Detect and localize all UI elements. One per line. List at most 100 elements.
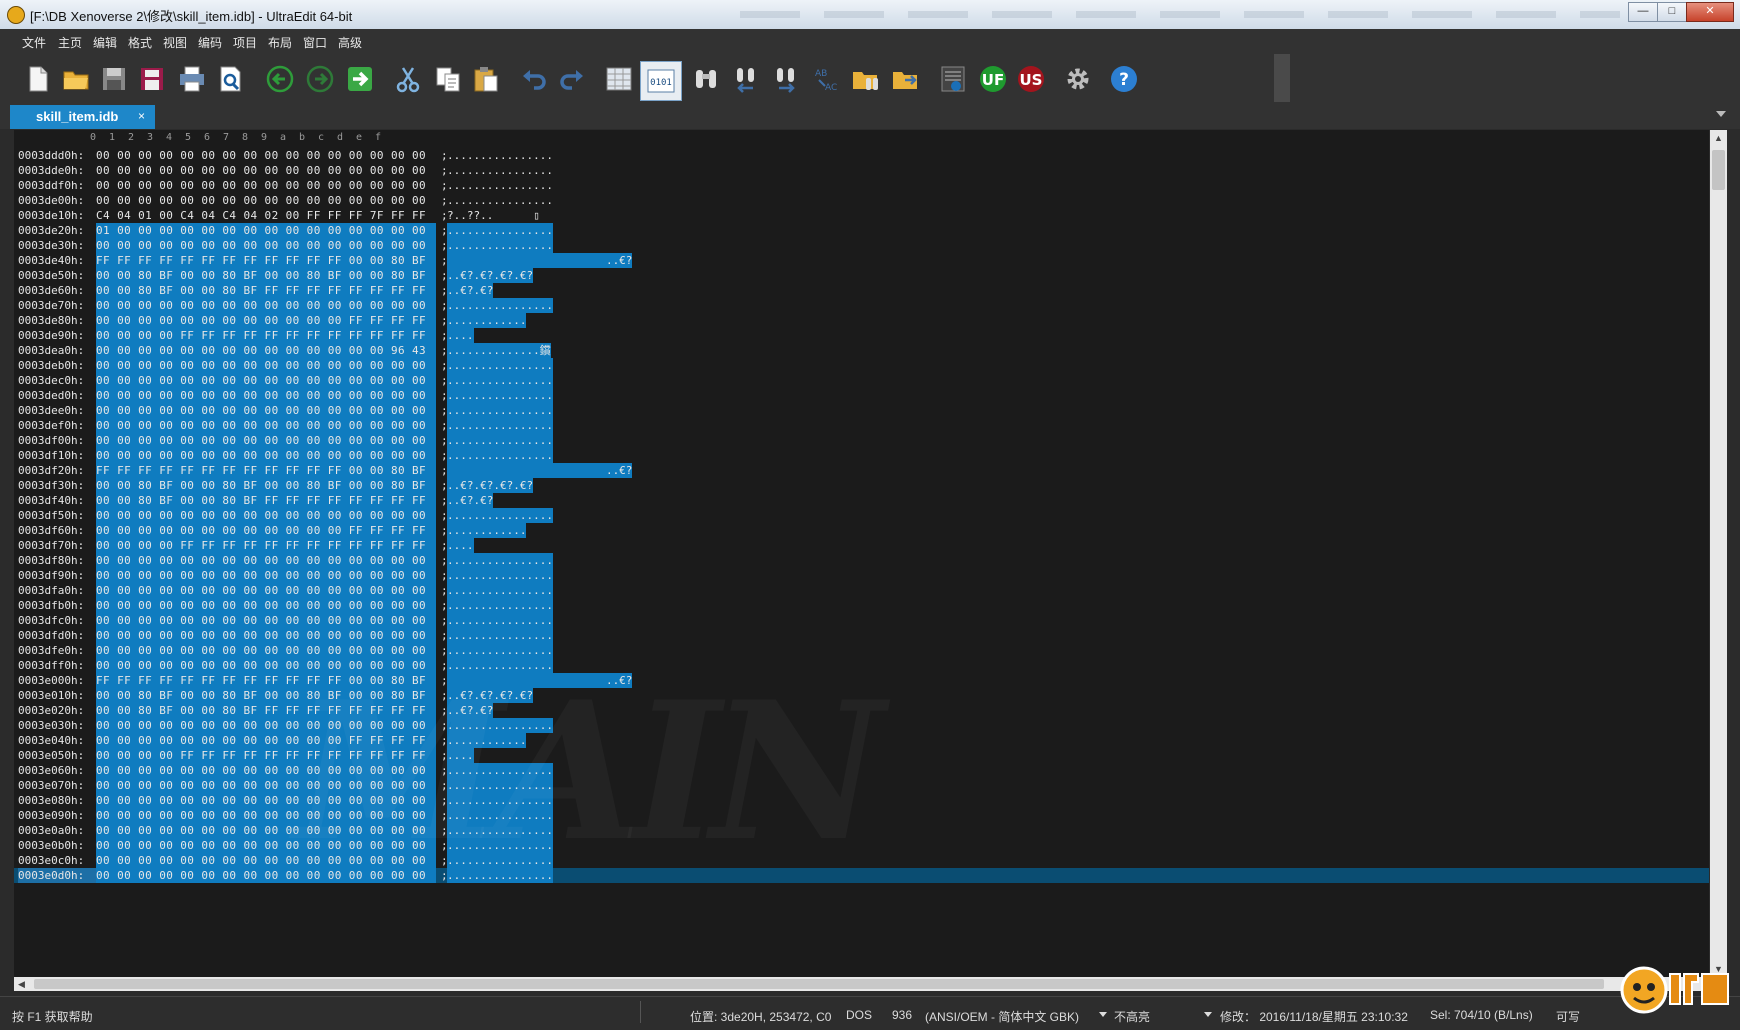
status-write-mode[interactable]: 可写 <box>1556 1008 1580 1025</box>
row-hex-bytes[interactable]: 00 00 00 00 00 00 00 00 00 00 00 00 00 0… <box>96 358 436 373</box>
row-ascii[interactable]: ................ <box>447 808 553 823</box>
status-highlight[interactable]: 不高亮 <box>1114 1008 1150 1025</box>
row-hex-bytes[interactable]: 00 00 00 00 FF FF FF FF FF FF FF FF FF F… <box>96 748 436 763</box>
row-hex-bytes[interactable]: C4 04 01 00 C4 04 C4 04 02 00 FF FF FF 7… <box>96 208 436 223</box>
minimize-button[interactable]: — <box>1628 2 1658 22</box>
hex-row[interactable]: 0003de20h: 01 00 00 00 00 00 00 00 00 00 … <box>14 223 1709 238</box>
hex-row[interactable]: 0003e030h: 00 00 00 00 00 00 00 00 00 00 … <box>14 718 1709 733</box>
hex-row[interactable]: 0003df70h: 00 00 00 00 FF FF FF FF FF FF … <box>14 538 1709 553</box>
paste-icon[interactable] <box>470 63 502 95</box>
hex-row[interactable]: 0003dec0h: 00 00 00 00 00 00 00 00 00 00 … <box>14 373 1709 388</box>
row-ascii[interactable]: ................ <box>447 823 553 838</box>
back-arrow-icon[interactable] <box>264 63 296 95</box>
row-hex-bytes[interactable]: 00 00 00 00 00 00 00 00 00 00 00 00 00 0… <box>96 808 436 823</box>
hex-row[interactable]: 0003df30h: 00 00 80 BF 00 00 80 BF 00 00 … <box>14 478 1709 493</box>
ultrastudio-icon[interactable]: US <box>1015 63 1047 95</box>
menu-file[interactable]: 文件 <box>22 34 46 51</box>
row-hex-bytes[interactable]: 00 00 00 00 00 00 00 00 00 00 00 00 00 0… <box>96 568 436 583</box>
row-ascii[interactable]: ................ <box>447 793 553 808</box>
hex-row[interactable]: 0003ddd0h: 00 00 00 00 00 00 00 00 00 00 … <box>14 148 1709 163</box>
settings-gear-icon[interactable] <box>1062 63 1094 95</box>
menu-layout[interactable]: 布局 <box>268 34 292 51</box>
row-ascii[interactable]: ................ <box>447 628 553 643</box>
row-ascii[interactable]: ................ <box>447 418 553 433</box>
replace-icon[interactable]: AB AC <box>810 63 842 95</box>
hex-row[interactable]: 0003df00h: 00 00 00 00 00 00 00 00 00 00 … <box>14 433 1709 448</box>
row-ascii[interactable]: ............ <box>447 733 527 748</box>
undo-icon[interactable] <box>518 63 550 95</box>
hex-row[interactable]: 0003ded0h: 00 00 00 00 00 00 00 00 00 00 … <box>14 388 1709 403</box>
hex-row[interactable]: 0003de60h: 00 00 80 BF 00 00 80 BF FF FF … <box>14 283 1709 298</box>
menu-project[interactable]: 项目 <box>233 34 257 51</box>
find-next-icon[interactable] <box>770 63 802 95</box>
hex-mode-toggle[interactable]: 0101 <box>640 61 682 101</box>
row-ascii[interactable]: ................ <box>447 373 553 388</box>
hex-row[interactable]: 0003e080h: 00 00 00 00 00 00 00 00 00 00 … <box>14 793 1709 808</box>
row-ascii[interactable]: ................ <box>447 583 553 598</box>
row-hex-bytes[interactable]: 00 00 00 00 00 00 00 00 00 00 00 00 00 0… <box>96 193 436 208</box>
hex-row[interactable]: 0003df40h: 00 00 80 BF 00 00 80 BF FF FF … <box>14 493 1709 508</box>
row-hex-bytes[interactable]: 00 00 00 00 00 00 00 00 00 00 00 00 00 0… <box>96 148 436 163</box>
row-ascii[interactable]: ................ <box>447 298 553 313</box>
row-hex-bytes[interactable]: 00 00 00 00 00 00 00 00 00 00 00 00 00 0… <box>96 868 436 883</box>
row-ascii[interactable]: ................ <box>447 148 553 163</box>
row-hex-bytes[interactable]: 00 00 00 00 00 00 00 00 00 00 00 00 00 0… <box>96 613 436 628</box>
hex-row[interactable]: 0003dfb0h: 00 00 00 00 00 00 00 00 00 00 … <box>14 598 1709 613</box>
row-ascii[interactable]: ..€? <box>447 253 633 268</box>
row-hex-bytes[interactable]: 00 00 00 00 00 00 00 00 00 00 00 00 00 0… <box>96 763 436 778</box>
scroll-left-icon[interactable]: ◀ <box>18 977 25 991</box>
horizontal-scroll-thumb[interactable] <box>34 979 1604 989</box>
hex-row[interactable]: 0003dfe0h: 00 00 00 00 00 00 00 00 00 00 … <box>14 643 1709 658</box>
row-ascii[interactable]: ................ <box>447 838 553 853</box>
row-hex-bytes[interactable]: 00 00 00 00 00 00 00 00 00 00 00 00 00 0… <box>96 628 436 643</box>
hex-row[interactable]: 0003de50h: 00 00 80 BF 00 00 80 BF 00 00 … <box>14 268 1709 283</box>
status-codepage[interactable]: 936 <box>892 1008 912 1022</box>
horizontal-scrollbar[interactable]: ◀ <box>14 977 1710 991</box>
row-ascii[interactable]: ................ <box>447 553 553 568</box>
hex-row[interactable]: 0003de40h: FF FF FF FF FF FF FF FF FF FF … <box>14 253 1709 268</box>
row-ascii[interactable]: ................ <box>447 223 553 238</box>
hex-row[interactable]: 0003df20h: FF FF FF FF FF FF FF FF FF FF … <box>14 463 1709 478</box>
copy-icon[interactable] <box>432 63 464 95</box>
maximize-button[interactable]: □ <box>1657 2 1687 22</box>
go-to-arrow-icon[interactable] <box>344 63 376 95</box>
ftp-browser-icon[interactable] <box>937 63 969 95</box>
row-hex-bytes[interactable]: 00 00 80 BF 00 00 80 BF FF FF FF FF FF F… <box>96 283 436 298</box>
row-ascii[interactable]: ..€?.€? <box>447 283 494 298</box>
row-hex-bytes[interactable]: 00 00 00 00 00 00 00 00 00 00 00 00 FF F… <box>96 733 436 748</box>
row-hex-bytes[interactable]: 00 00 00 00 00 00 00 00 00 00 00 00 00 0… <box>96 163 436 178</box>
row-ascii[interactable]: ............ <box>447 523 527 538</box>
row-hex-bytes[interactable]: 00 00 00 00 00 00 00 00 00 00 00 00 00 0… <box>96 583 436 598</box>
row-hex-bytes[interactable]: 00 00 00 00 00 00 00 00 00 00 00 00 00 0… <box>96 778 436 793</box>
find-in-files-icon[interactable] <box>850 63 882 95</box>
tab-close-icon[interactable]: × <box>138 109 145 123</box>
row-ascii[interactable]: ................ <box>447 403 553 418</box>
row-ascii[interactable]: ..€?.€?.€?.€? <box>447 268 534 283</box>
tab-list-dropdown-icon[interactable] <box>1716 111 1726 117</box>
row-hex-bytes[interactable]: 00 00 00 00 00 00 00 00 00 00 00 00 00 0… <box>96 838 436 853</box>
toolbar-overflow-button[interactable] <box>1274 54 1290 102</box>
row-hex-bytes[interactable]: 00 00 00 00 00 00 00 00 00 00 00 00 00 0… <box>96 508 436 523</box>
find-previous-icon[interactable] <box>730 63 762 95</box>
print-icon[interactable] <box>176 63 208 95</box>
row-ascii[interactable]: ................ <box>447 433 553 448</box>
hex-row[interactable]: 0003df10h: 00 00 00 00 00 00 00 00 00 00 … <box>14 448 1709 463</box>
row-hex-bytes[interactable]: 00 00 00 00 00 00 00 00 00 00 00 00 00 0… <box>96 793 436 808</box>
row-hex-bytes[interactable]: 00 00 80 BF 00 00 80 BF 00 00 80 BF 00 0… <box>96 268 436 283</box>
row-hex-bytes[interactable]: 00 00 00 00 00 00 00 00 00 00 00 00 00 0… <box>96 823 436 838</box>
row-hex-bytes[interactable]: 00 00 00 00 00 00 00 00 00 00 00 00 00 0… <box>96 373 436 388</box>
vertical-scrollbar[interactable]: ▲ ▼ <box>1710 130 1727 977</box>
encoding-dropdown-icon[interactable] <box>1099 1012 1107 1017</box>
hex-row[interactable]: 0003e0d0h: 00 00 00 00 00 00 00 00 00 00 … <box>14 868 1709 883</box>
row-hex-bytes[interactable]: 00 00 00 00 00 00 00 00 00 00 00 00 00 0… <box>96 643 436 658</box>
row-hex-bytes[interactable]: FF FF FF FF FF FF FF FF FF FF FF FF 00 0… <box>96 673 436 688</box>
hex-row[interactable]: 0003dee0h: 00 00 00 00 00 00 00 00 00 00 … <box>14 403 1709 418</box>
row-hex-bytes[interactable]: 00 00 00 00 00 00 00 00 00 00 00 00 00 0… <box>96 448 436 463</box>
row-hex-bytes[interactable]: 00 00 00 00 00 00 00 00 00 00 00 00 00 0… <box>96 853 436 868</box>
cut-scissors-icon[interactable] <box>392 63 424 95</box>
hex-row[interactable]: 0003e0c0h: 00 00 00 00 00 00 00 00 00 00 … <box>14 853 1709 868</box>
redo-icon[interactable] <box>556 63 588 95</box>
row-hex-bytes[interactable]: 00 00 00 00 00 00 00 00 00 00 00 00 FF F… <box>96 313 436 328</box>
menu-home[interactable]: 主页 <box>58 34 82 51</box>
hex-row[interactable]: 0003e010h: 00 00 80 BF 00 00 80 BF 00 00 … <box>14 688 1709 703</box>
